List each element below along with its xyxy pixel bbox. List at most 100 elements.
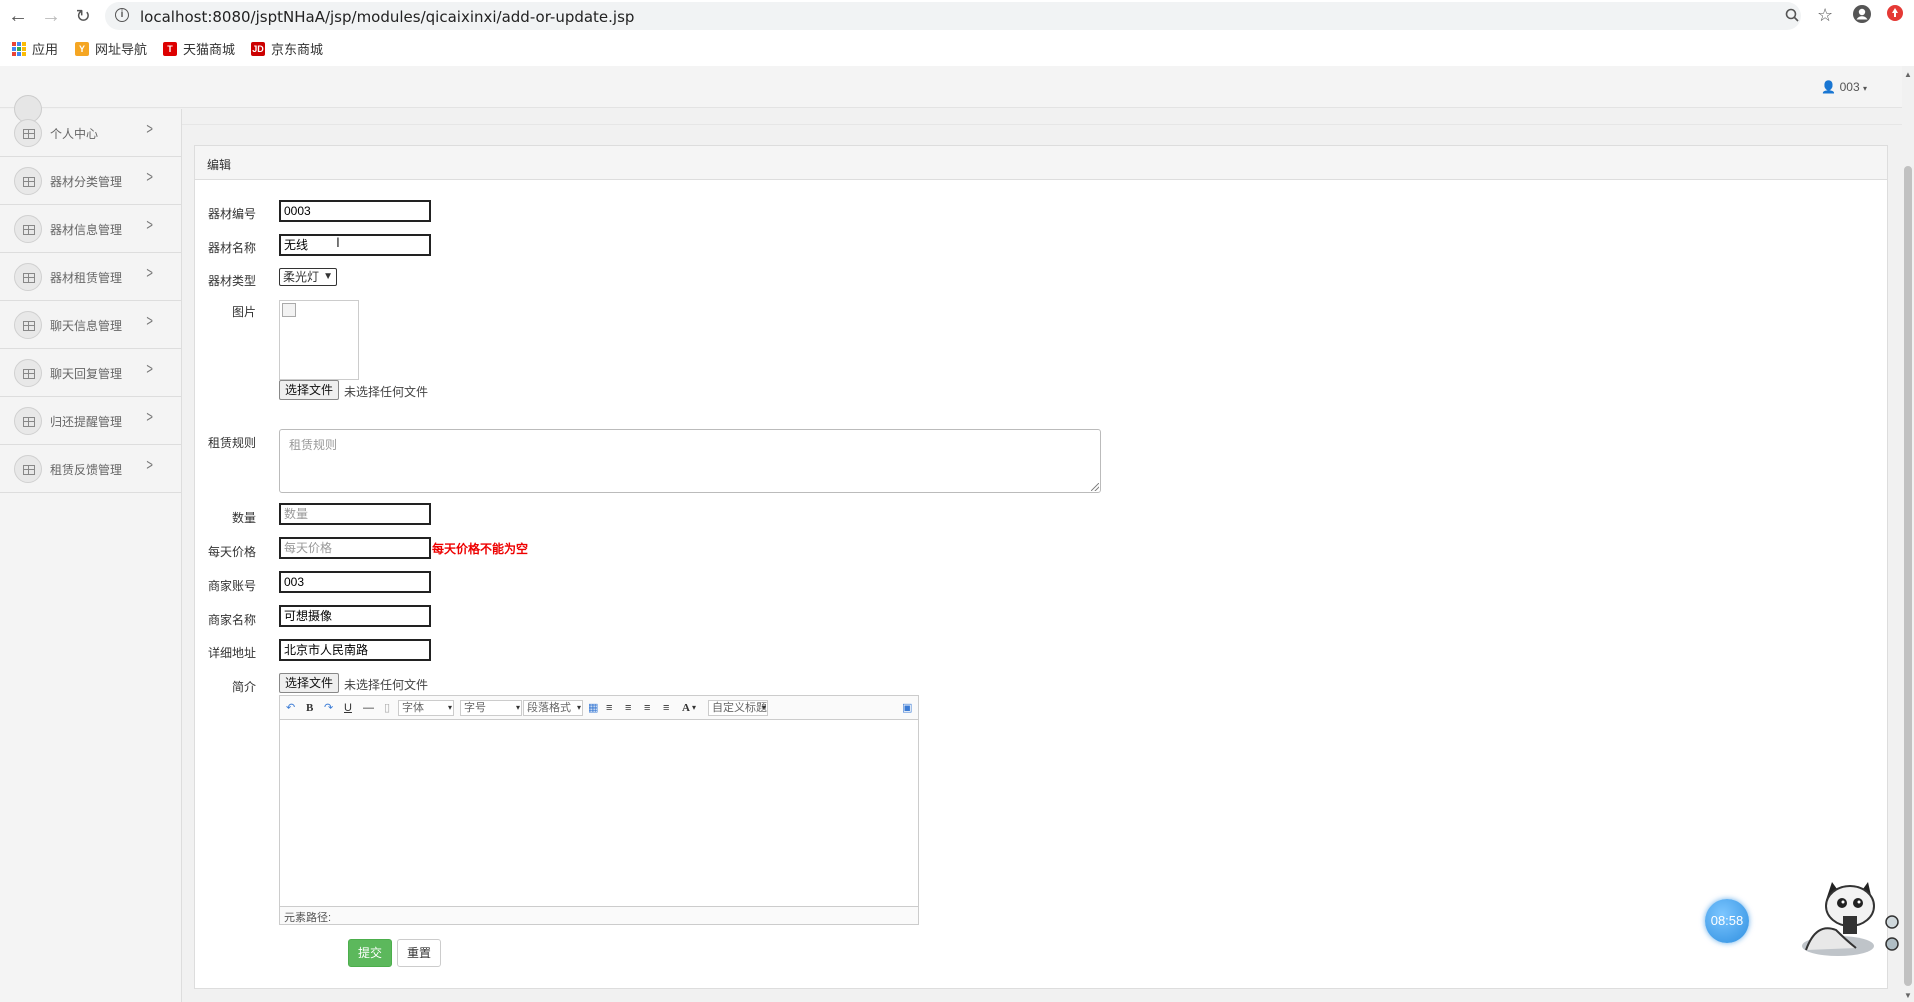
merchant-name-input[interactable]: 可想摄像 <box>279 605 431 627</box>
back-arrow-icon[interactable]: ← <box>6 4 30 28</box>
address-label: 详细地址 <box>207 646 256 660</box>
table-icon <box>14 311 42 339</box>
undo-icon[interactable]: ↶ <box>286 700 295 716</box>
scroll-down-icon[interactable]: ▼ <box>1904 991 1912 1000</box>
scroll-up-icon[interactable]: ▲ <box>1904 70 1912 79</box>
align-left-icon[interactable]: ≡ <box>606 700 612 716</box>
font-family-dropdown[interactable]: 字体 ▾ <box>398 700 454 716</box>
underline-icon[interactable]: U <box>344 700 352 716</box>
image-label: 图片 <box>231 305 256 319</box>
clear-format-icon[interactable]: ▯ <box>384 700 390 716</box>
bookmark-apps[interactable]: 应用 <box>12 39 58 58</box>
align-right-icon[interactable]: ≡ <box>644 700 650 716</box>
quantity-input[interactable]: 数量 <box>279 503 431 525</box>
chevron-right-icon: > <box>146 169 153 186</box>
merchant-account-input[interactable]: 003 <box>279 571 431 593</box>
app-header: 👤 003 ▾ <box>0 66 1902 108</box>
address-bar[interactable]: i localhost:8080/jsptNHaA/jsp/modules/qi… <box>105 2 1833 30</box>
align-justify-icon[interactable]: ≡ <box>663 700 669 716</box>
bookmark-nav[interactable]: Y 网址导航 <box>75 39 147 58</box>
scrollbar[interactable]: ▲ ▼ <box>1902 66 1914 1002</box>
fullscreen-icon[interactable]: ▣ <box>902 700 912 716</box>
address-row: ← → ↻ i localhost:8080/jsptNHaA/jsp/modu… <box>0 0 1914 32</box>
bookmark-tmall[interactable]: T 天猫商城 <box>163 39 235 58</box>
custom-title-dropdown[interactable]: 自定义标题 ▾ <box>708 700 768 716</box>
chevron-right-icon: > <box>146 217 153 234</box>
table-icon <box>14 263 42 291</box>
type-label: 器材类型 <box>207 274 256 288</box>
text-cursor-icon: I <box>336 234 340 250</box>
table-insert-icon[interactable]: ▦ <box>588 700 598 716</box>
bookmark-label: 天猫商城 <box>183 42 236 57</box>
sidebar-item-label: 器材信息管理 <box>50 223 123 237</box>
image-file-button[interactable]: 选择文件 <box>279 380 339 400</box>
sidebar-item-chat-reply[interactable]: 聊天回复管理 > <box>0 349 182 397</box>
submit-button[interactable]: 提交 <box>348 939 392 967</box>
font-size-value: 字号 <box>464 702 486 714</box>
chevron-down-icon: ▾ <box>761 703 766 712</box>
sidebar-item-rental[interactable]: 器材租赁管理 > <box>0 253 182 301</box>
chevron-down-icon: ▾ <box>515 703 520 712</box>
url-text[interactable]: localhost:8080/jsptNHaA/jsp/modules/qica… <box>140 8 634 26</box>
star-icon[interactable]: ☆ <box>1817 5 1833 26</box>
sidebar-item-feedback[interactable]: 租赁反馈管理 > <box>0 445 182 493</box>
image-file-status: 未选择任何文件 <box>344 385 429 399</box>
horizontal-rule-icon[interactable]: — <box>363 700 374 716</box>
sidebar-item-category[interactable]: 器材分类管理 > <box>0 157 182 205</box>
align-center-icon[interactable]: ≡ <box>625 700 631 716</box>
panel-title: 编辑 <box>207 158 232 172</box>
price-input[interactable]: 每天价格 <box>279 537 431 559</box>
info-icon[interactable]: i <box>115 8 129 22</box>
reload-icon[interactable]: ↻ <box>71 4 95 28</box>
sidebar-item-chat[interactable]: 聊天信息管理 > <box>0 301 182 349</box>
editor-status-bar: 元素路径: <box>280 906 918 924</box>
chevron-right-icon: > <box>146 313 153 330</box>
rich-text-editor[interactable]: ↶ B ↷ U — ▯ 字体 ▾ 字号 ▾ 段落格式 ▾ ▦ ≡ ≡ ≡ ≡ A ▾ … <box>279 695 919 925</box>
paragraph-value: 段落格式 <box>527 702 571 714</box>
image-preview <box>279 300 359 380</box>
font-color-icon[interactable]: A <box>682 700 690 716</box>
intro-file-button[interactable]: 选择文件 <box>279 673 339 693</box>
address-input[interactable]: 北京市人民南路 <box>279 639 431 661</box>
caret-down-icon: ▾ <box>1862 84 1867 93</box>
code-input[interactable]: 0003 <box>279 200 431 222</box>
quantity-label: 数量 <box>231 511 256 525</box>
chevron-right-icon: > <box>146 409 153 426</box>
paragraph-dropdown[interactable]: 段落格式 ▾ <box>523 700 583 716</box>
type-value: 柔光灯 <box>283 270 320 284</box>
mascot-image[interactable] <box>1796 870 1906 962</box>
sidebar-item-personal-center[interactable]: 个人中心 > <box>0 109 182 157</box>
chevron-down-icon[interactable]: ▾ <box>692 700 696 716</box>
table-icon <box>14 215 42 243</box>
extension-icon[interactable] <box>1884 4 1906 26</box>
scrollbar-thumb[interactable] <box>1904 166 1912 986</box>
sidebar-item-label: 器材分类管理 <box>50 175 123 189</box>
sidebar-item-equipment-info[interactable]: 器材信息管理 > <box>0 205 182 253</box>
chevron-down-icon: ▾ <box>576 703 581 712</box>
sidebar-item-label: 个人中心 <box>50 127 99 141</box>
account-icon[interactable] <box>1851 4 1873 26</box>
chevron-right-icon: > <box>146 457 153 474</box>
redo-icon[interactable]: ↷ <box>324 700 333 716</box>
zoom-icon[interactable] <box>1785 8 1799 27</box>
bold-icon[interactable]: B <box>306 700 313 716</box>
chevron-down-icon: ▼ <box>323 271 333 282</box>
tmall-icon: T <box>163 41 177 56</box>
forward-arrow-icon[interactable]: → <box>39 4 63 28</box>
divider <box>182 124 1902 125</box>
chevron-down-icon: ▾ <box>447 703 452 712</box>
sidebar-item-label: 聊天信息管理 <box>50 319 123 333</box>
price-error: 每天价格不能为空 <box>432 542 529 556</box>
font-size-dropdown[interactable]: 字号 ▾ <box>460 700 522 716</box>
bookmark-jd[interactable]: JD 京东商城 <box>251 39 323 58</box>
sidebar-item-return-reminder[interactable]: 归还提醒管理 > <box>0 397 182 445</box>
user-menu[interactable]: 👤 003 ▾ <box>1821 80 1867 94</box>
merchant-name-label: 商家名称 <box>207 613 256 627</box>
code-label: 器材编号 <box>207 207 256 221</box>
name-input[interactable]: 无线 I <box>279 234 431 256</box>
type-select[interactable]: 柔光灯 ▼ <box>279 268 337 286</box>
resize-grip-icon[interactable] <box>1091 483 1099 491</box>
floating-clock[interactable]: 08:58 <box>1705 899 1749 943</box>
rules-textarea[interactable]: 租赁规则 <box>279 429 1101 493</box>
reset-button[interactable]: 重置 <box>397 939 441 967</box>
